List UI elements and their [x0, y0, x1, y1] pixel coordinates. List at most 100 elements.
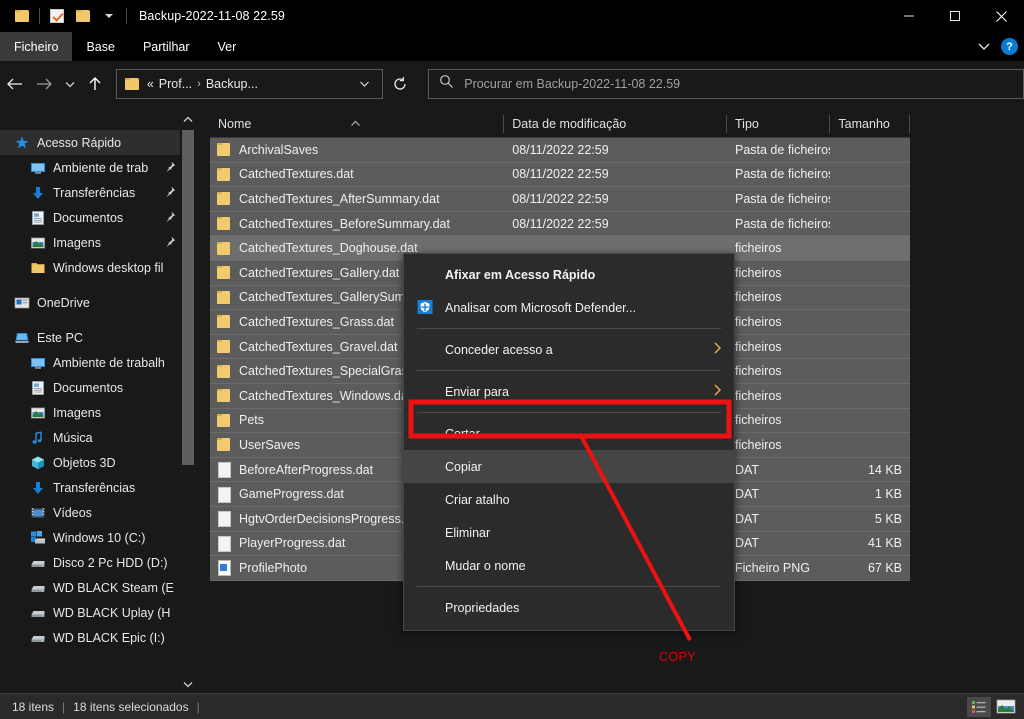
file-type-cell: ficheiros [727, 433, 830, 458]
column-header-tamanho[interactable]: Tamanho [830, 110, 910, 138]
minimize-icon[interactable] [886, 0, 932, 32]
back-arrow-icon[interactable] [0, 69, 29, 99]
menu-item-cortar[interactable]: Cortar [404, 417, 734, 450]
tab-base[interactable]: Base [72, 32, 129, 61]
folder-icon [30, 260, 46, 276]
drive-icon [30, 555, 46, 571]
sidebar-item-wd-black-uplay-h[interactable]: WD BLACK Uplay (H [0, 600, 196, 625]
recent-locations-icon[interactable] [59, 69, 81, 99]
tab-ficheiro[interactable]: Ficheiro [0, 32, 72, 61]
chevron-down-icon[interactable] [977, 38, 991, 56]
breadcrumb: « Prof... › Backup... [147, 77, 351, 91]
sidebar-item-label: WD BLACK Epic (I:) [53, 631, 165, 645]
file-size-cell [830, 138, 910, 163]
sidebar-item-imagens[interactable]: Imagens [0, 230, 196, 255]
breadcrumb-item-1[interactable]: Backup... [206, 77, 258, 91]
table-row[interactable]: CatchedTextures_AfterSummary.dat08/11/20… [210, 187, 910, 212]
sidebar-item-acesso-r-pido[interactable]: Acesso Rápido [0, 130, 196, 155]
column-header-nome[interactable]: Nome [210, 110, 504, 138]
table-row[interactable]: CatchedTextures_BeforeSummary.dat08/11/2… [210, 212, 910, 237]
file-size-cell [830, 334, 910, 359]
sidebar-item-transfer-ncias[interactable]: Transferências [0, 180, 196, 205]
videos-icon [30, 505, 46, 521]
column-headers: Nome Data de modificação Tipo Tamanho [210, 110, 910, 138]
pictures-icon [30, 235, 46, 251]
search-input[interactable] [464, 77, 1013, 91]
sort-ascending-icon [350, 116, 361, 130]
file-icon [216, 537, 231, 550]
breadcrumb-root[interactable]: « [147, 77, 154, 91]
sidebar-item-ambiente-de-trab[interactable]: Ambiente de trab [0, 155, 196, 180]
ribbon-tabs: Ficheiro Base Partilhar Ver [0, 32, 1024, 61]
close-icon[interactable] [978, 0, 1024, 32]
status-item-count: 18 itens [0, 700, 54, 714]
menu-item-conceder-acesso-a[interactable]: Conceder acesso a [404, 333, 734, 366]
up-arrow-icon[interactable] [80, 69, 109, 99]
large-icons-view-icon[interactable] [994, 697, 1018, 717]
file-icon [216, 512, 231, 525]
sidebar-scroll-down-button[interactable] [180, 675, 196, 693]
sidebar-item-objetos-3d[interactable]: Objetos 3D [0, 450, 196, 475]
address-chevron-down-icon[interactable] [351, 75, 378, 93]
details-view-icon[interactable] [967, 697, 991, 717]
pin-icon[interactable] [165, 236, 176, 250]
sidebar-item-onedrive[interactable]: OneDrive [0, 290, 196, 315]
menu-item-copiar[interactable]: Copiar [404, 450, 734, 483]
sidebar-item-este-pc[interactable]: Este PC [0, 325, 196, 350]
search-box[interactable] [428, 69, 1024, 99]
properties-check-icon[interactable] [44, 3, 70, 29]
sidebar-item-ambiente-de-trabalh[interactable]: Ambiente de trabalh [0, 350, 196, 375]
tab-partilhar[interactable]: Partilhar [129, 32, 204, 61]
sidebar-item-wd-black-epic-i[interactable]: WD BLACK Epic (I:) [0, 625, 196, 650]
menu-item-propriedades[interactable]: Propriedades [404, 591, 734, 624]
window-title: Backup-2022-11-08 22.59 [139, 9, 285, 23]
table-row[interactable]: ArchivalSaves08/11/2022 22:59Pasta de fi… [210, 138, 910, 163]
file-type-cell: Pasta de ficheiros [727, 138, 830, 163]
new-folder-icon[interactable] [70, 3, 96, 29]
menu-separator [417, 370, 721, 371]
tab-ver[interactable]: Ver [204, 32, 251, 61]
column-header-tipo[interactable]: Tipo [727, 110, 830, 138]
maximize-icon[interactable] [932, 0, 978, 32]
table-row[interactable]: CatchedTextures.dat08/11/2022 22:59Pasta… [210, 163, 910, 188]
refresh-icon[interactable] [385, 69, 414, 99]
sidebar-item-v-deos[interactable]: Vídeos [0, 500, 196, 525]
breadcrumb-item-0[interactable]: Prof... [159, 77, 192, 91]
menu-item-criar-atalho[interactable]: Criar atalho [404, 483, 734, 516]
file-type-cell: ficheiros [727, 383, 830, 408]
menu-item-enviar-para[interactable]: Enviar para [404, 375, 734, 408]
menu-item-eliminar[interactable]: Eliminar [404, 516, 734, 549]
sidebar-item-windows-10-c[interactable]: Windows 10 (C:) [0, 525, 196, 550]
sidebar-scroll-up-button[interactable] [180, 110, 196, 128]
sidebar-item-windows-desktop-fil[interactable]: Windows desktop fil [0, 255, 196, 280]
sidebar-item-documentos[interactable]: Documentos [0, 375, 196, 400]
sidebar-item-documentos[interactable]: Documentos [0, 205, 196, 230]
customize-caret-icon[interactable] [96, 3, 122, 29]
address-bar[interactable]: « Prof... › Backup... [116, 69, 383, 99]
documents-icon [30, 380, 46, 396]
file-type-cell: ficheiros [727, 285, 830, 310]
folder-icon[interactable] [9, 3, 35, 29]
file-name-label: ProfilePhoto [239, 561, 307, 575]
sidebar-item-transfer-ncias[interactable]: Transferências [0, 475, 196, 500]
menu-separator [417, 412, 721, 413]
sidebar-item-disco-2-pc-hdd-d[interactable]: Disco 2 Pc HDD (D:) [0, 550, 196, 575]
status-bar: 18 itens | 18 itens selecionados | [0, 693, 1024, 719]
column-header-data[interactable]: Data de modificação [504, 110, 727, 138]
menu-item-afixar-em-acesso-r-pido[interactable]: Afixar em Acesso Rápido [404, 258, 734, 291]
file-type-cell: DAT [727, 531, 830, 556]
menu-item-analisar-com-microsoft-defender[interactable]: Analisar com Microsoft Defender... [404, 291, 734, 324]
forward-arrow-icon[interactable] [29, 69, 58, 99]
sidebar-item-imagens[interactable]: Imagens [0, 400, 196, 425]
file-name-label: HgtvOrderDecisionsProgress.dat [239, 512, 422, 526]
pin-icon[interactable] [165, 211, 176, 225]
sidebar-scrollbar-thumb[interactable] [182, 130, 194, 465]
navigation-pane: Acesso RápidoAmbiente de trabTransferênc… [0, 110, 196, 693]
menu-item-mudar-o-nome[interactable]: Mudar o nome [404, 549, 734, 582]
pin-icon[interactable] [165, 161, 176, 175]
pin-icon[interactable] [165, 186, 176, 200]
sidebar-item-wd-black-steam-e[interactable]: WD BLACK Steam (E [0, 575, 196, 600]
sidebar-item-m-sica[interactable]: Música [0, 425, 196, 450]
help-icon[interactable]: ? [1001, 38, 1018, 55]
sidebar-group-gap [0, 280, 196, 290]
